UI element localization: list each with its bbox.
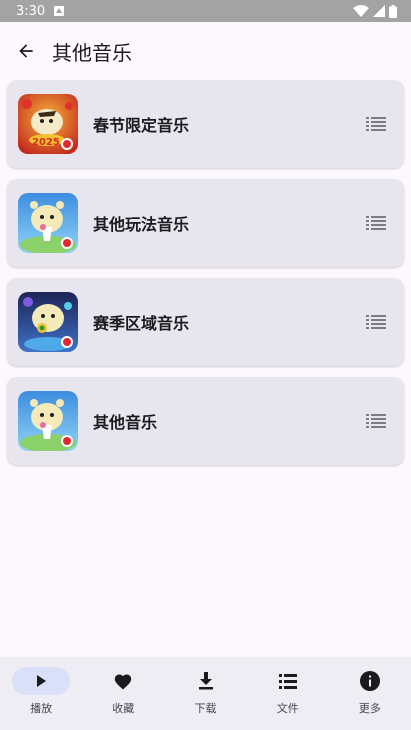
list-icon [366,216,386,230]
nav-icon-holder [259,667,317,695]
nav-icon-holder [94,667,152,695]
playlist-menu-button[interactable] [362,308,390,336]
nav-label: 下载 [194,702,217,715]
playlist-menu-button[interactable] [362,407,390,435]
category-title: 其他玩法音乐 [93,215,190,234]
status-time: 3:30 [16,3,46,19]
nav-item-download[interactable]: 下载 [164,657,246,730]
top-app-bar: 其他音乐 [0,22,411,80]
nav-item-more[interactable]: 更多 [329,657,411,730]
status-bar: 3:30 [0,0,411,22]
signal-icon [373,5,385,17]
nav-icon-holder [341,667,399,695]
arrow-back-icon [19,44,33,58]
wifi-icon [353,5,369,17]
nav-icon-holder [177,667,235,695]
nav-active-indicator [12,667,71,695]
download-icon [198,672,213,690]
list-icon [366,414,386,428]
category-thumbnail [18,292,78,352]
bottom-navigation: 播放 收藏 下载 文件 更多 [0,657,411,730]
battery-icon [389,4,397,18]
svg-text:2025: 2025 [32,137,60,148]
nav-item-favorites[interactable]: 收藏 [82,657,164,730]
category-card-spring-festival[interactable]: 2025 春节限定音乐 [7,80,404,168]
notification-icon [53,5,65,17]
nav-item-files[interactable]: 文件 [247,657,329,730]
category-thumbnail: 2025 [18,94,78,154]
category-card-other-music[interactable]: 其他音乐 [7,377,404,465]
heart-icon [115,674,132,690]
category-title: 赛季区域音乐 [93,314,190,333]
category-thumbnail [18,193,78,253]
play-icon [37,675,47,687]
nav-label: 文件 [276,702,299,715]
nav-label: 收藏 [112,702,135,715]
nav-item-play[interactable]: 播放 [0,657,82,730]
category-title: 其他音乐 [93,413,158,432]
category-card-season-region[interactable]: 赛季区域音乐 [7,278,404,366]
list-icon [366,315,386,329]
list-icon [278,673,297,689]
category-list: 2025 春节限定音乐 其他玩法音乐 赛季区域音乐 其他音乐 [7,80,404,476]
playlist-menu-button[interactable] [362,110,390,138]
category-thumbnail [18,391,78,451]
playlist-menu-button[interactable] [362,209,390,237]
list-icon [366,117,386,131]
category-card-other-gameplay[interactable]: 其他玩法音乐 [7,179,404,267]
back-button[interactable] [2,27,50,75]
nav-label: 更多 [358,702,381,715]
info-icon [359,671,380,691]
nav-label: 播放 [30,702,53,715]
category-title: 春节限定音乐 [93,116,190,135]
page-title: 其他音乐 [52,40,132,65]
